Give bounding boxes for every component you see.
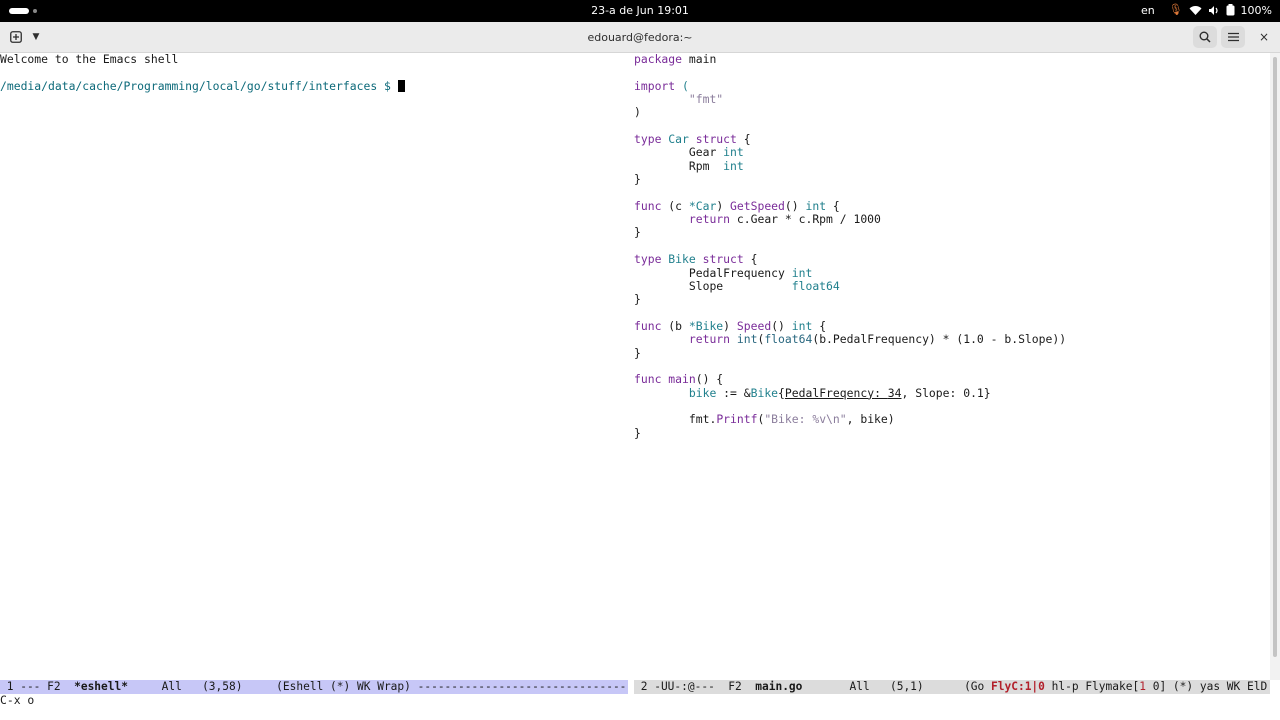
code-line: import ( (634, 78, 689, 93)
wifi-icon (1189, 5, 1202, 15)
battery-icon (1226, 4, 1235, 16)
eshell-prompt-line[interactable]: /media/data/cache/Programming/local/go/s… (0, 78, 630, 93)
code-line: return c.Gear * c.Rpm / 1000 (688, 212, 881, 227)
go-mode-line[interactable]: 2 -UU-:@--- F2 main.go All (5,1) (Go Fly… (634, 680, 1270, 694)
keyboard-layout-indicator[interactable]: en (1141, 4, 1155, 17)
code-line: Gear int (688, 145, 744, 160)
buffer-name: main.go (755, 680, 803, 693)
close-icon: × (1258, 30, 1270, 44)
terminal-header-bar: ▼ edouard@fedora:~ × (0, 22, 1280, 53)
microphone-icon: 🎙 (1168, 3, 1183, 16)
flymake-error-count: 1 (1139, 680, 1146, 693)
battery-percent: 100% (1240, 3, 1272, 17)
code-line: func (c *Car) GetSpeed() int { (634, 198, 840, 213)
eshell-mode-line[interactable]: 1 --- F2 *eshell* All (3,58) (Eshell (*)… (0, 680, 628, 694)
code-line: } (634, 345, 641, 360)
window-title: edouard@fedora:~ (587, 31, 693, 44)
code-line: Slope float64 (688, 278, 840, 293)
code-line: "fmt" (688, 92, 724, 107)
code-line: bike := &Bike{PedalFreqency: 34, Slope: … (688, 385, 991, 400)
code-line: type Car struct { (634, 132, 751, 147)
code-line: } (634, 172, 641, 187)
eshell-window[interactable]: Welcome to the Emacs shell /media/data/c… (0, 53, 630, 680)
eshell-prompt: /media/data/cache/Programming/local/go/s… (0, 78, 398, 93)
code-line: } (634, 225, 641, 240)
system-tray[interactable]: 🎙 100% (1169, 3, 1272, 17)
scrollbar-thumb[interactable] (1273, 57, 1277, 657)
code-line: } (634, 425, 641, 440)
code-line: ) (634, 105, 641, 120)
code-line: return int(float64(b.PedalFrequency) * (… (688, 332, 1067, 347)
code-line: PedalFrequency int (688, 265, 813, 280)
search-button[interactable] (1193, 26, 1217, 48)
system-clock[interactable]: 23-a de Jun 19:01 (0, 4, 1280, 17)
code-line: type Bike struct { (634, 252, 758, 267)
search-icon (1199, 31, 1211, 43)
code-line: package main (634, 53, 717, 66)
eshell-welcome: Welcome to the Emacs shell (0, 53, 179, 66)
lsp-reference-highlight[interactable]: PedalFreqency: 34 (785, 386, 902, 400)
text-cursor (397, 79, 405, 92)
code-line: func (b *Bike) Speed() int { (634, 318, 827, 333)
minibuffer[interactable]: C-x o (0, 694, 1280, 707)
code-line: Rpm int (688, 158, 744, 173)
volume-icon (1208, 5, 1218, 15)
terminal-scrollbar[interactable] (1270, 53, 1280, 680)
close-window-button[interactable]: × (1252, 26, 1276, 48)
flycheck-status: FlyC:1|0 (991, 680, 1045, 693)
code-line: fmt.Printf("Bike: %v\n", bike) (688, 412, 895, 427)
code-line: } (634, 292, 641, 307)
code-line: func main() { (634, 372, 724, 387)
main-menu-button[interactable] (1221, 26, 1245, 48)
go-editor-window[interactable]: package main import ( "fmt" ) type Car s… (634, 53, 1270, 680)
hamburger-menu-icon (1227, 32, 1239, 42)
system-top-bar: 23-a de Jun 19:01 en 🎙 100% (0, 0, 1280, 22)
buffer-name: *eshell* (74, 680, 128, 693)
